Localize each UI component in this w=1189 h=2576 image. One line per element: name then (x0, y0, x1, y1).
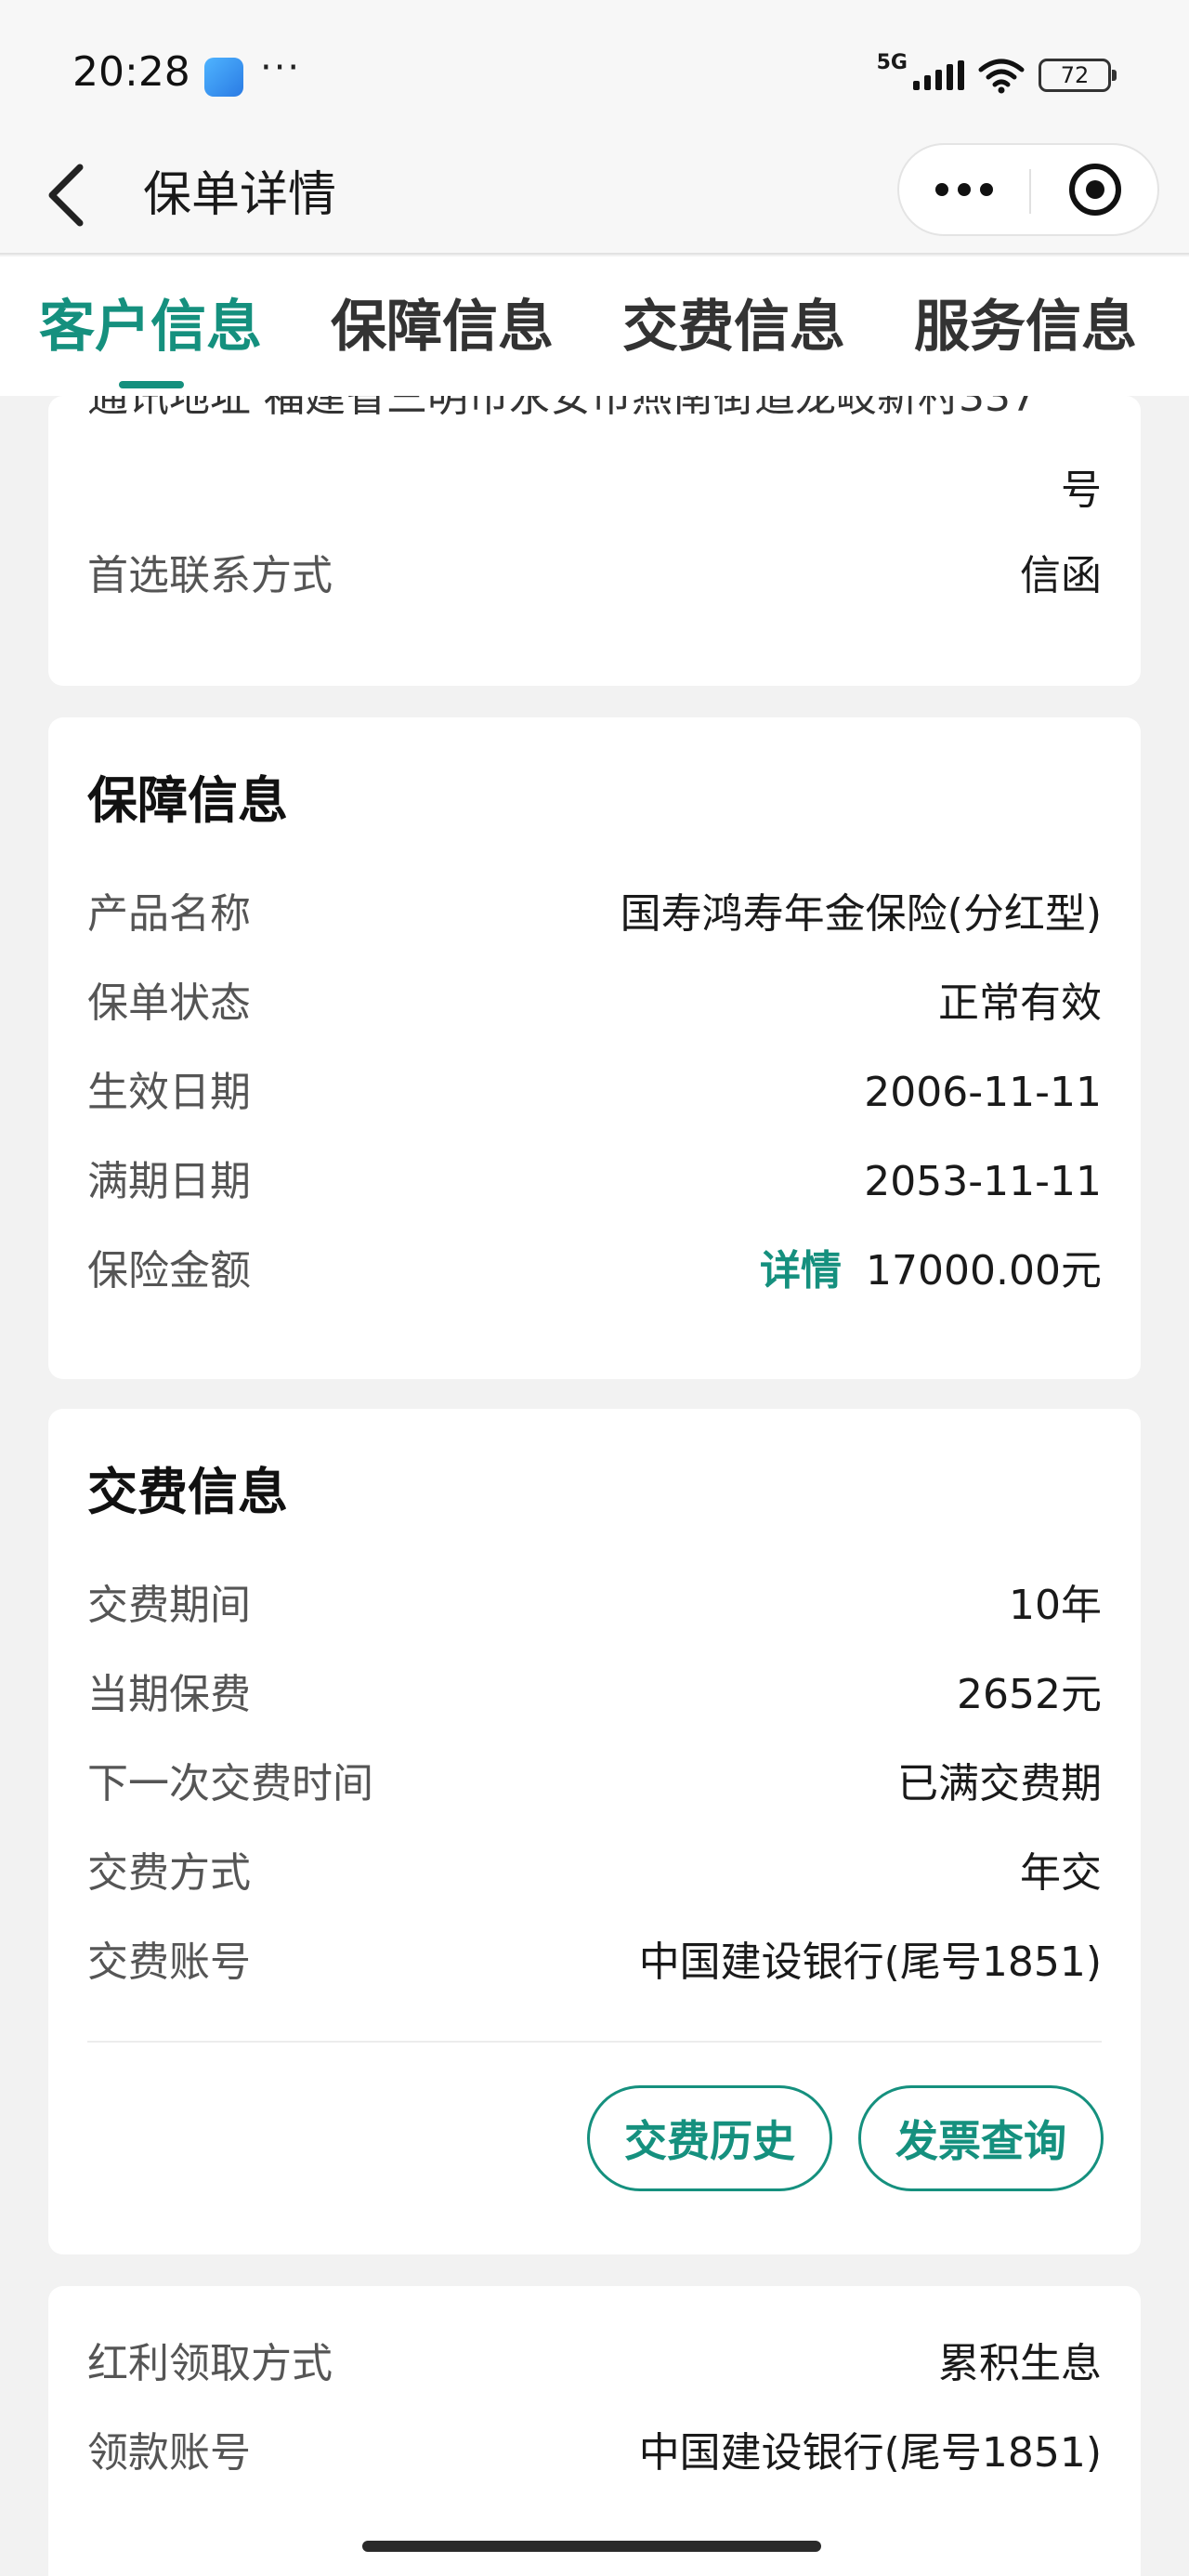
info-row: 保险金额 详情 17000.00元 (87, 1243, 1102, 1299)
home-indicator[interactable] (362, 2541, 821, 2552)
coverage-info-card: 保障信息 产品名称 国寿鸿寿年金保险(分红型) 保单状态 正常有效 生效日期 2… (48, 717, 1141, 1379)
row-value: 累积生息 (938, 2340, 1102, 2387)
info-row: 生效日期 2006-11-11 (87, 1065, 1102, 1121)
row-label: 满期日期 (87, 1158, 251, 1205)
status-time: 20:28 (72, 48, 190, 96)
app-icon (204, 58, 243, 97)
tab-customer-info[interactable]: 客户信息 (39, 294, 262, 361)
active-tab-indicator (119, 381, 184, 388)
nav-bar: 保单详情 (0, 139, 1189, 255)
info-row: 交费方式 年交 (87, 1846, 1102, 1901)
close-target-icon[interactable] (1031, 145, 1159, 234)
tab-service-info[interactable]: 服务信息 (914, 294, 1137, 361)
row-label: 生效日期 (87, 1069, 251, 1116)
info-row: 交费期间 10年 (87, 1578, 1102, 1634)
row-label: 产品名称 (87, 890, 251, 938)
row-value: 2652元 (957, 1671, 1102, 1718)
row-value: 中国建设银行(尾号1851) (638, 2429, 1102, 2477)
row-label: 红利领取方式 (87, 2340, 333, 2387)
info-row: 产品名称 国寿鸿寿年金保险(分红型) (87, 887, 1102, 942)
info-row: 首选联系方式 信函 (87, 548, 1102, 604)
row-value: 2053-11-11 (864, 1158, 1102, 1205)
page-title: 保单详情 (143, 167, 337, 223)
row-value: 国寿鸿寿年金保险(分红型) (620, 890, 1102, 938)
tab-bar: 客户信息 保障信息 交费信息 服务信息 (0, 256, 1189, 396)
card-divider (87, 2041, 1102, 2043)
row-label: 首选联系方式 (87, 552, 333, 599)
info-row: 下一次交费时间 已满交费期 (87, 1756, 1102, 1812)
row-value: 信函 (1020, 552, 1102, 599)
battery-icon: 72 (1039, 59, 1117, 92)
back-arrow-icon[interactable] (37, 158, 111, 232)
sum-insured-details-link[interactable]: 详情 (760, 1243, 842, 1299)
network-type: 5G (876, 50, 908, 74)
customer-info-card: 通讯地址 福建省三明市永安市燕南街道龙岐新村337 号 首选联系方式 信函 (48, 396, 1141, 686)
row-label: 保险金额 (87, 1247, 251, 1295)
more-dots-icon[interactable] (899, 145, 1029, 234)
info-row: 红利领取方式 累积生息 (87, 2336, 1102, 2392)
info-row: 交费账号 中国建设银行(尾号1851) (87, 1935, 1102, 1991)
mini-program-capsule (897, 143, 1159, 236)
payment-history-button[interactable]: 交费历史 (587, 2085, 832, 2191)
row-value: 正常有效 (938, 979, 1102, 1027)
row-label: 交费期间 (87, 1582, 251, 1629)
row-label: 领款账号 (87, 2429, 251, 2477)
card-title: 保障信息 (87, 771, 288, 830)
info-row: 当期保费 2652元 (87, 1667, 1102, 1723)
info-row: 保单状态 正常有效 (87, 976, 1102, 1032)
status-dots: ··· (260, 46, 302, 89)
payment-info-card: 交费信息 交费期间 10年 当期保费 2652元 下一次交费时间 已满交费期 交… (48, 1409, 1141, 2254)
row-label: 交费方式 (87, 1849, 251, 1897)
row-value: 年交 (1020, 1849, 1102, 1897)
tab-coverage-info[interactable]: 保障信息 (331, 294, 554, 361)
battery-level: 72 (1060, 62, 1090, 88)
card-title: 交费信息 (87, 1463, 288, 1521)
wifi-icon (978, 59, 1025, 94)
row-value: 中国建设银行(尾号1851) (638, 1939, 1102, 1986)
status-indicators: 5G 72 (876, 50, 1117, 99)
info-row: 满期日期 2053-11-11 (87, 1154, 1102, 1210)
row-value: 2006-11-11 (864, 1069, 1102, 1116)
row-label: 当期保费 (87, 1671, 251, 1718)
status-bar: 20:28 ··· 5G 72 (0, 0, 1189, 139)
row-value: 10年 (1009, 1582, 1102, 1629)
tab-payment-info[interactable]: 交费信息 (622, 294, 845, 361)
address-value-tail: 号 (1061, 467, 1102, 514)
signal-icon (913, 60, 964, 90)
row-label: 下一次交费时间 (87, 1760, 373, 1807)
dividend-info-card: 红利领取方式 累积生息 领款账号 中国建设银行(尾号1851) (48, 2286, 1141, 2576)
row-value: 17000.00元 (866, 1247, 1102, 1295)
row-label: 保单状态 (87, 979, 251, 1027)
invoice-query-button[interactable]: 发票查询 (858, 2085, 1104, 2191)
row-value: 已满交费期 (897, 1760, 1102, 1807)
row-label: 交费账号 (87, 1939, 251, 1986)
address-row-partial: 通讯地址 福建省三明市永安市燕南街道龙岐新村337 (87, 396, 1037, 421)
info-row: 领款账号 中国建设银行(尾号1851) (87, 2425, 1102, 2481)
